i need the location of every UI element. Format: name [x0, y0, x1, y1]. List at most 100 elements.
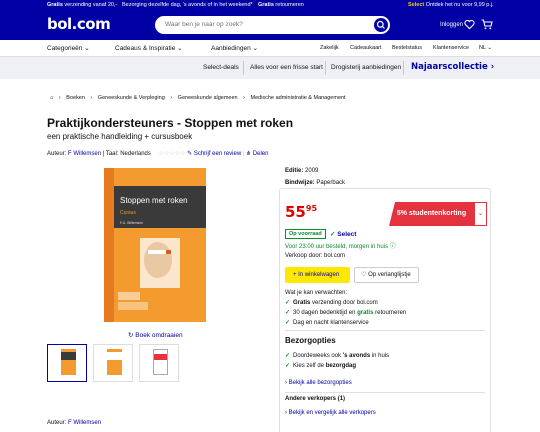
rotate-icon: ↻: [128, 332, 134, 339]
nav-language[interactable]: NL ⌄: [479, 45, 492, 51]
bottom-author: Auteur: F Willemsen: [47, 420, 102, 426]
login-link[interactable]: Inloggen: [440, 22, 463, 28]
cover-subtitle: Cursus: [120, 210, 136, 216]
seller-info: Verkoop door: bol.com: [285, 253, 346, 259]
search-icon: [376, 20, 385, 29]
nav-cadeaus[interactable]: Cadeaus & Inspiratie ⌄: [115, 44, 183, 52]
search-input[interactable]: Waar ben je naar op zoek?: [155, 16, 390, 34]
heart-icon[interactable]: [464, 19, 475, 30]
chevron-down-icon: ⌄: [487, 45, 492, 51]
breadcrumb-item[interactable]: Geneeskunde & Verpleging: [98, 95, 165, 101]
thumbnail-1[interactable]: [47, 344, 87, 382]
check-icon: ✓: [285, 310, 291, 316]
chevron-right-icon: ›: [90, 95, 93, 101]
thumbnail-2[interactable]: [93, 344, 133, 382]
usp-returns[interactable]: Gratis retourneren: [258, 0, 304, 10]
subnav-drogisterij[interactable]: Drogisterij aanbiedingen: [331, 64, 401, 71]
chevron-down-icon: ⌄: [477, 210, 484, 217]
breadcrumb: ⌂ › Boeken › Geneeskunde & Verpleging › …: [50, 95, 350, 101]
divider: [285, 392, 485, 393]
heart-icon: ♡: [361, 272, 367, 278]
product-subtitle: een praktische handleiding + cursusboek: [47, 132, 193, 141]
price: 5595: [285, 203, 318, 221]
thumbnail-3[interactable]: [139, 344, 179, 382]
nav-bestelstatus[interactable]: Bestelstatus: [392, 45, 422, 51]
breadcrumb-item[interactable]: Boeken: [66, 95, 85, 101]
divider: [285, 330, 485, 331]
rotate-book-button[interactable]: ↻ Boek omdraaien: [128, 331, 183, 339]
nav-zakelijk[interactable]: Zakelijk: [320, 45, 339, 51]
breadcrumb-item[interactable]: Medische administratie & Management: [251, 95, 346, 101]
product-meta: Auteur: F Willemsen | Taal: Nederlands ☆…: [47, 151, 269, 157]
author-link[interactable]: F Willemsen: [68, 420, 101, 426]
nav-aanbiedingen[interactable]: Aanbiedingen ⌄: [211, 44, 258, 52]
chevron-down-icon: ⌄: [252, 45, 259, 52]
category-nav: Categorieën ⌄ Cadeaus & Inspiratie ⌄ Aan…: [0, 40, 540, 57]
nav-categorieen[interactable]: Categorieën ⌄: [47, 44, 90, 52]
chevron-right-icon: ›: [285, 380, 287, 386]
product-image[interactable]: Stoppen met roken Cursus F.A. Willemsen: [100, 168, 208, 322]
author-link[interactable]: F Willemsen: [68, 151, 101, 157]
write-review-link[interactable]: ✎ Schrijf een review: [187, 151, 241, 157]
thumbnail-image: [153, 349, 168, 375]
edition-row: Editie: 2009: [285, 168, 319, 174]
select-badge[interactable]: ✓ Select: [330, 230, 356, 238]
chevron-right-icon: ›: [243, 95, 245, 101]
thumbnail-image: [107, 349, 122, 375]
main-header: bol.com Waar ben je naar op zoek? Inlogg…: [0, 10, 540, 40]
subnav-frisse-start[interactable]: Alles voor een frisse start: [250, 64, 323, 71]
other-sellers-link[interactable]: › Bekijk en vergelijk alle verkopers: [285, 410, 376, 416]
rating-stars: ☆☆☆☆☆: [158, 151, 186, 157]
promo-badge: 5% studentenkorting: [389, 202, 474, 226]
thumbnail-image: [61, 349, 76, 375]
bol-logo[interactable]: bol.com: [47, 15, 111, 33]
delivery-promise: Voor 23:00 uur besteld, morgen in huis ⓘ: [285, 244, 396, 250]
bezorg-item: ✓ Doordeweeks ook 's avonds in huis: [285, 353, 390, 359]
divider: [403, 61, 404, 75]
check-icon: ✓: [285, 320, 291, 326]
chevron-right-icon: ›: [58, 95, 61, 101]
nav-klantenservice[interactable]: Klantenservice: [433, 45, 469, 51]
divider: [325, 61, 326, 75]
wishlist-button[interactable]: ♡ Op verlanglijstje: [354, 267, 419, 283]
chevron-down-icon: ⌄: [177, 45, 183, 52]
usp-shipping[interactable]: Gratis verzending vanaf 20,-: [47, 0, 117, 10]
search-placeholder: Waar ben je naar op zoek?: [165, 21, 243, 28]
promo-expand-button[interactable]: ⌄: [474, 202, 487, 226]
divider: [243, 61, 244, 75]
breadcrumb-item[interactable]: Geneeskunde algemeen: [178, 95, 238, 101]
share-icon: ⋔: [246, 151, 252, 157]
chevron-right-icon: ›: [490, 62, 495, 72]
expect-item: ✓ Dag en nacht klantenservice: [285, 320, 369, 326]
search-button[interactable]: [374, 18, 388, 32]
usp-select[interactable]: Select Ontdek het nu voor 9,99 p.j.: [408, 0, 494, 10]
other-sellers-title: Andere verkopers (1): [285, 396, 346, 402]
binding-row: Bindwijze: Paperback: [285, 180, 346, 186]
expect-title: Wat je kan verwachten:: [285, 290, 348, 296]
chevron-right-icon: ›: [170, 95, 173, 101]
nav-cadeaukaart[interactable]: Cadeaukaart: [350, 45, 382, 51]
usp-delivery[interactable]: Bezorging dezelfde dag, 's avonds of in …: [122, 0, 253, 10]
cover-title: Stoppen met roken: [120, 196, 188, 205]
cover-author: F.A. Willemsen: [120, 221, 143, 225]
check-icon: ✓: [285, 363, 291, 369]
home-icon[interactable]: ⌂: [50, 95, 53, 101]
bezorg-item: ✓ Kies zelf de bezorgdag: [285, 363, 357, 369]
pencil-icon: ✎: [187, 151, 193, 157]
bezorg-link[interactable]: › Bekijk alle bezorgopties: [285, 380, 352, 386]
info-icon[interactable]: ⓘ: [390, 244, 396, 250]
check-icon: ✓: [285, 300, 291, 306]
check-icon: ✓: [330, 231, 336, 238]
subnav-select-deals[interactable]: Select-deals: [203, 64, 239, 71]
add-to-cart-button[interactable]: + In winkelwagen: [285, 267, 350, 283]
product-title: Praktijkondersteuners - Stoppen met roke…: [47, 116, 294, 130]
expect-item: ✓ 30 dagen bedenktijd en gratis retourner…: [285, 310, 407, 316]
chevron-down-icon: ⌄: [84, 45, 90, 52]
subnav-najaarscollectie[interactable]: Najaarscollectie ›: [411, 62, 494, 72]
cart-icon[interactable]: [481, 19, 493, 30]
check-icon: ✓: [285, 353, 291, 359]
share-link[interactable]: ⋔ Delen: [246, 151, 268, 157]
chevron-right-icon: ›: [285, 410, 287, 416]
stock-badge: Op voorraad: [285, 229, 326, 239]
promo-nav: Select-deals Alles voor een frisse start…: [0, 57, 540, 79]
